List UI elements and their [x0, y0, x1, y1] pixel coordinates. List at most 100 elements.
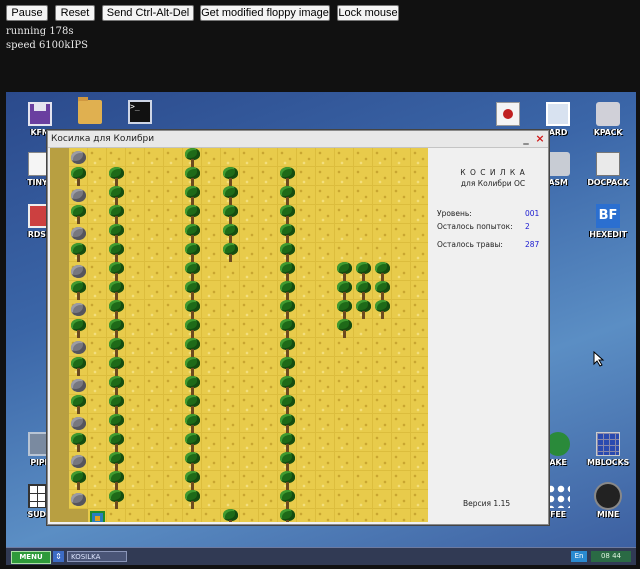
tree-icon — [183, 262, 202, 281]
grass-cell — [88, 186, 107, 205]
switch-button[interactable]: ⇕ — [53, 551, 64, 562]
reset-button[interactable]: Reset — [55, 5, 95, 21]
rock-icon — [69, 186, 88, 205]
desktop-icon-mblocks[interactable]: MBLOCKS — [586, 432, 630, 478]
grass-cell — [373, 509, 392, 522]
language-indicator[interactable]: En — [571, 551, 587, 562]
grass-cell — [50, 490, 69, 509]
tree-icon — [183, 224, 202, 243]
grass-cell — [392, 452, 411, 471]
tree-icon — [69, 205, 88, 224]
grass-cell — [126, 414, 145, 433]
grass-cell — [259, 300, 278, 319]
blocks-icon — [596, 432, 620, 456]
grass-cell — [202, 300, 221, 319]
grass-cell — [88, 490, 107, 509]
tree-icon — [183, 167, 202, 186]
grass-cell — [50, 376, 69, 395]
tree-icon — [107, 300, 126, 319]
grass-cell — [221, 148, 240, 167]
tree-icon — [335, 300, 354, 319]
desktop-icon-hexedit[interactable]: BF HEXEDIT — [586, 204, 630, 250]
minimize-button[interactable]: _ — [520, 132, 532, 145]
tree-icon — [69, 167, 88, 186]
grass-cell — [88, 433, 107, 452]
menu-button[interactable]: MENU — [11, 551, 51, 564]
level-value: 001 — [525, 209, 540, 218]
grass-cell — [88, 167, 107, 186]
grass-cell — [50, 167, 69, 186]
grass-cell — [297, 338, 316, 357]
grass-cell — [221, 262, 240, 281]
grass-cell — [354, 186, 373, 205]
grass-cell — [50, 224, 69, 243]
rock-icon — [69, 452, 88, 471]
grass-cell — [373, 357, 392, 376]
lock-mouse-button[interactable]: Lock mouse — [337, 5, 399, 21]
grass-cell — [392, 243, 411, 262]
grass-cell — [259, 205, 278, 224]
grass-cell — [297, 471, 316, 490]
desktop-icon-kpack[interactable]: KPACK — [586, 102, 630, 148]
kpack-icon — [596, 102, 620, 126]
grass-cell — [411, 471, 428, 490]
taskbar-app-kosilka[interactable]: KOSILKA — [67, 551, 127, 562]
tree-icon — [69, 319, 88, 338]
asm-icon — [546, 152, 570, 176]
grass-cell — [335, 395, 354, 414]
desktop-icon-label: KPACK — [593, 128, 623, 137]
grass-cell — [126, 395, 145, 414]
grass-cell — [354, 167, 373, 186]
grass-cell — [164, 490, 183, 509]
send-ctrl-alt-del-button[interactable]: Send Ctrl-Alt-Del — [102, 5, 194, 21]
grass-cell — [259, 509, 278, 522]
grass-cell — [316, 338, 335, 357]
grass-cell — [392, 319, 411, 338]
tree-icon — [183, 281, 202, 300]
tree-icon — [278, 433, 297, 452]
grass-cell — [50, 148, 69, 167]
emulator-screen[interactable]: KFM >_ TINYF RDSN PIPE SUDO ARD KPACK AS… — [6, 92, 636, 565]
tree-icon — [354, 300, 373, 319]
close-button[interactable]: × — [534, 132, 546, 145]
tree-icon — [107, 262, 126, 281]
tree-icon — [278, 186, 297, 205]
desktop-icon-mine[interactable]: MINE — [586, 484, 630, 530]
window-titlebar[interactable]: Косилка для Колибри _ × — [48, 131, 548, 148]
grass-cell — [335, 148, 354, 167]
grass-cell — [145, 205, 164, 224]
grass-cell — [50, 186, 69, 205]
grass-cell — [373, 338, 392, 357]
grass-cell — [411, 300, 428, 319]
grass-cell — [335, 509, 354, 522]
grass-cell — [392, 490, 411, 509]
grass-cell — [373, 167, 392, 186]
grass-cell — [202, 490, 221, 509]
grass-cell — [316, 357, 335, 376]
game-field[interactable] — [50, 148, 428, 522]
grass-cell — [316, 243, 335, 262]
grass-cell — [411, 319, 428, 338]
grass-cell — [88, 395, 107, 414]
grass-cell — [259, 186, 278, 205]
grass-cell — [50, 433, 69, 452]
grass-cell — [145, 490, 164, 509]
grass-cell — [164, 224, 183, 243]
grass-cell — [411, 452, 428, 471]
grass-cell — [392, 262, 411, 281]
grass-cell — [316, 300, 335, 319]
grass-cell — [411, 376, 428, 395]
grass-cell — [392, 376, 411, 395]
get-floppy-image-button[interactable]: Get modified floppy image — [200, 5, 330, 21]
desktop-icon-docpack[interactable]: DOCPACK — [586, 152, 630, 198]
grass-cell — [316, 167, 335, 186]
bug-icon — [496, 102, 520, 126]
grass-cell — [335, 452, 354, 471]
grass-cell — [221, 433, 240, 452]
grass-cell — [50, 319, 69, 338]
tree-icon — [183, 186, 202, 205]
tree-icon — [183, 205, 202, 224]
pause-button[interactable]: Pause — [6, 5, 48, 21]
tree-icon — [183, 490, 202, 509]
grass-cell — [392, 186, 411, 205]
